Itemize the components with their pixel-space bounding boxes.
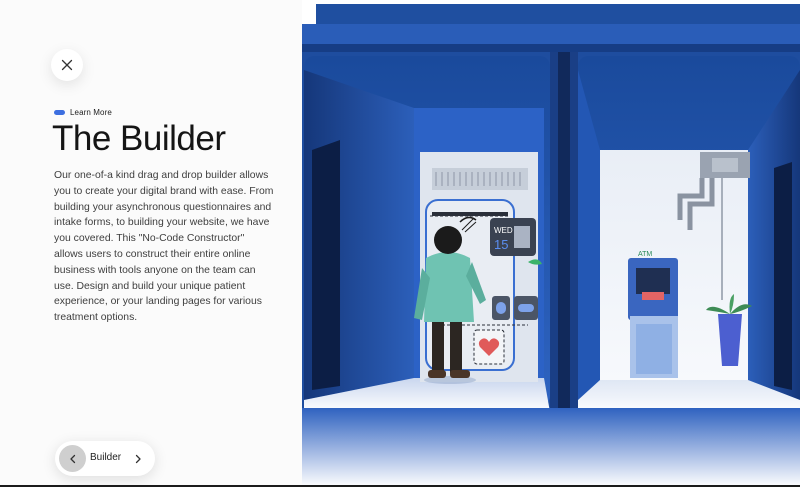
page-title: The Builder [52, 119, 226, 158]
close-icon [61, 59, 73, 71]
eyebrow-marker [54, 109, 65, 115]
eyebrow: Learn More [54, 106, 112, 118]
info-panel: Learn More The Builder Our one-of-a kind… [0, 0, 302, 487]
chevron-right-icon [135, 454, 141, 464]
office-scene-illustration: WED 15 ATM [302, 0, 800, 487]
eyebrow-label: Learn More [70, 107, 112, 117]
prev-button[interactable] [59, 445, 86, 472]
section-nav: Builder [55, 441, 155, 476]
atm-sign: ATM [638, 251, 652, 258]
chevron-left-icon [69, 454, 75, 463]
hero-illustration: WED 15 ATM [302, 0, 800, 487]
next-button[interactable] [129, 450, 147, 468]
calendar-day: WED [494, 226, 513, 235]
calendar-date: 15 [494, 237, 508, 252]
description: Our one-of-a kind drag and drop builder … [54, 170, 274, 324]
section-label: Builder [90, 452, 122, 463]
close-button[interactable] [51, 49, 83, 81]
